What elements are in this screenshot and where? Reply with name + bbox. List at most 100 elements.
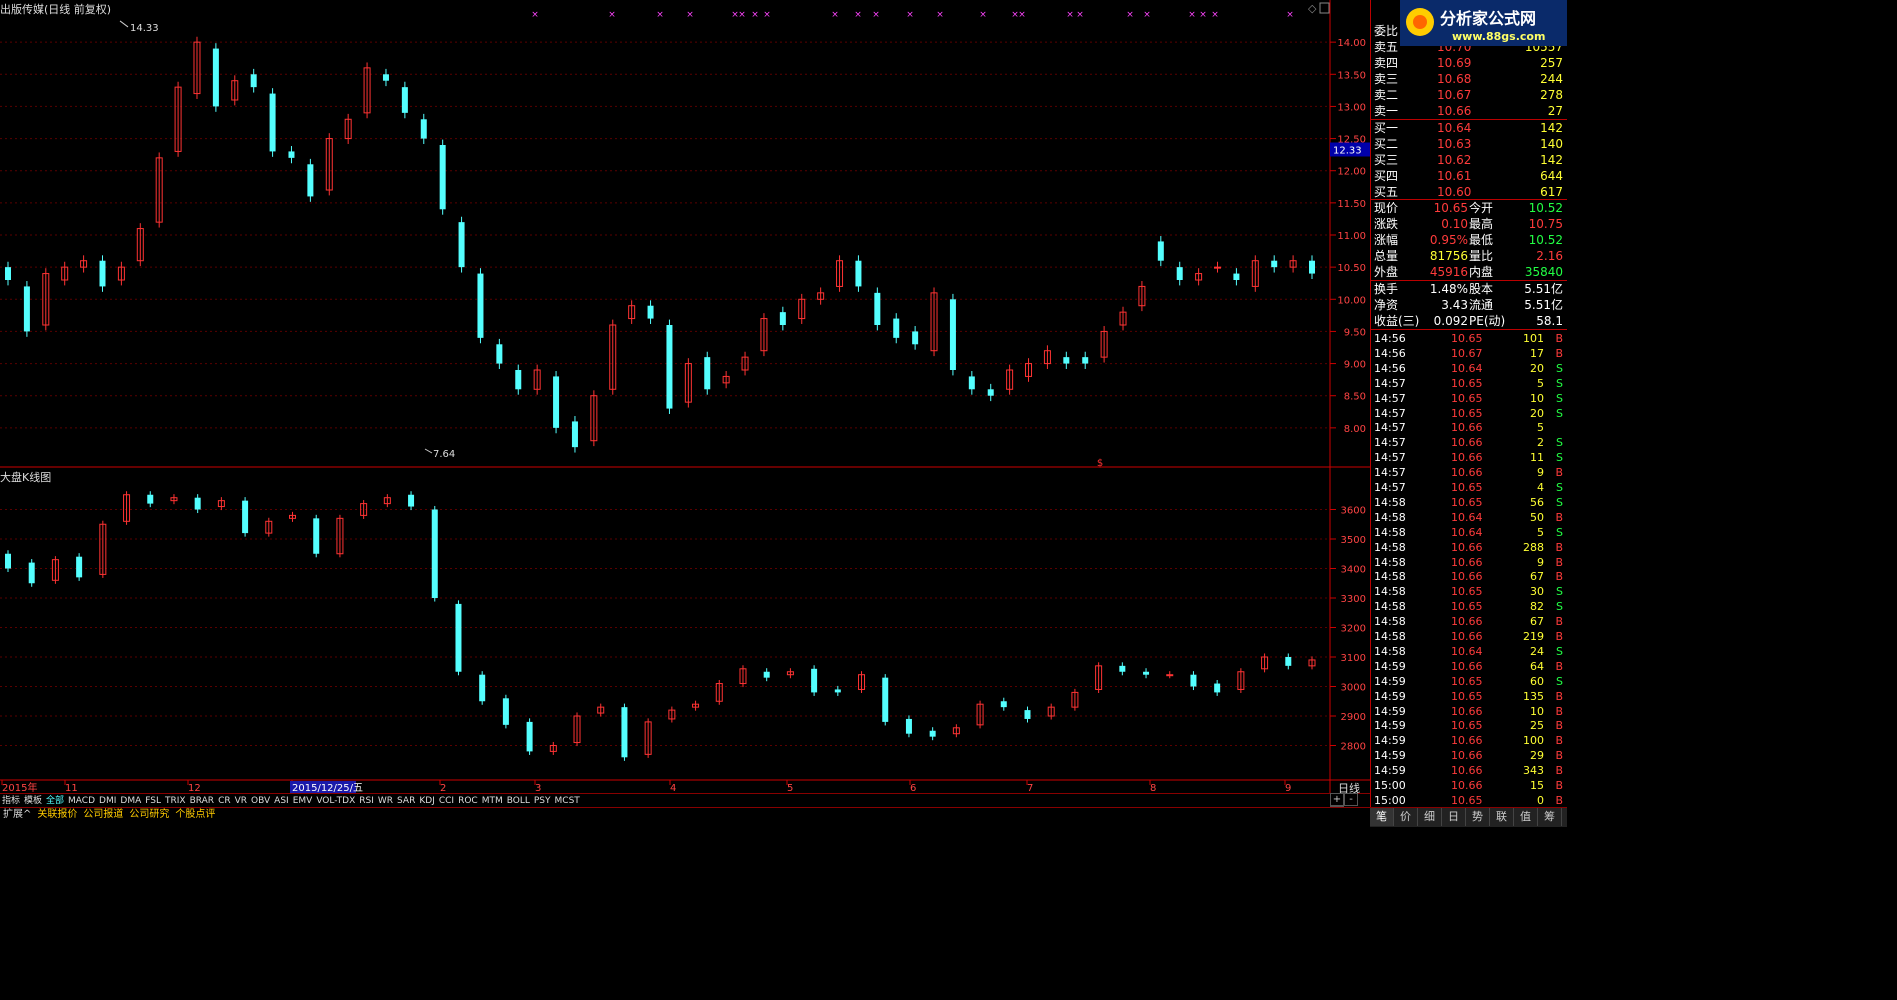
quote-value-2: 10.75 [1528,217,1563,231]
tick-row: 14:58 10.66 288 B [1371,540,1567,555]
index-candle [502,698,509,725]
chart-canvas[interactable]: 14.0013.5013.0012.5012.0011.5011.0010.50… [0,0,1370,793]
quote-row: 外盘 45916 内盘 35840 [1371,264,1567,280]
indicator-tab-fsl[interactable]: FSL [143,794,163,808]
low-annotation: 7.64 [433,449,455,460]
quote-panel: 委比 卖五 10.70 10557 卖四 10.69 257 卖三 10.68 244 卖二 10.6… [1370,0,1567,827]
fund-value: 1.48% [1429,282,1468,296]
tick-direction: B [1555,764,1563,778]
tick-time: 14:57 [1374,451,1406,465]
event-marker: × [531,10,539,20]
sell-price: 10.66 [1437,104,1472,118]
tick-time: 14:59 [1374,704,1406,718]
indicator-tab-wr[interactable]: WR [376,794,395,808]
stock-candle [779,312,786,325]
bottom-tab-3[interactable]: 公司研究 [126,808,172,822]
indicator-tab-kdj[interactable]: KDJ [417,794,437,808]
tick-row: 14:57 10.66 2 S [1371,435,1567,450]
tick-time: 15:00 [1374,793,1406,807]
bottom-tab-0[interactable]: 扩展^ [0,808,34,822]
date-tick-label: 5 [787,783,793,793]
panel-tab-0[interactable]: 笔 [1370,808,1394,826]
quote-row: 现价 10.65 今开 10.52 [1371,200,1567,216]
zoom-in-button[interactable]: + [1330,793,1344,806]
tick-row: 14:57 10.66 9 B [1371,465,1567,480]
tick-price: 10.66 [1451,630,1483,643]
tick-price: 10.66 [1451,421,1483,435]
indicator-tab-vr[interactable]: VR [233,794,249,808]
buy-label: 买二 [1374,137,1399,151]
tick-direction: B [1555,570,1563,584]
panel-tab-3[interactable]: 日 [1442,808,1466,826]
indicator-tab-dmi[interactable]: DMI [97,794,118,808]
tick-row: 15:00 10.66 15 B [1371,778,1567,793]
stock-candle [5,267,11,280]
tick-volume: 100 [1523,734,1544,748]
tick-row: 14:59 10.65 25 B [1371,718,1567,733]
indicator-tab-boll[interactable]: BOLL [505,794,532,808]
panel-tab-5[interactable]: 联 [1490,808,1514,826]
tick-volume: 64 [1530,659,1544,673]
zoom-out-button[interactable]: - [1344,793,1358,806]
buy-price: 10.63 [1437,137,1472,151]
indicator-tab-dma[interactable]: DMA [118,794,143,808]
panel-tab-4[interactable]: 势 [1466,808,1490,826]
event-marker: × [656,10,664,20]
tick-direction: S [1556,361,1563,375]
indicator-tab-mtm[interactable]: MTM [480,794,505,808]
bottom-tab-2[interactable]: 公司报道 [80,808,126,822]
stock-candle [874,292,881,325]
tick-price: 10.66 [1451,749,1483,763]
indicator-tab-mcst[interactable]: MCST [553,794,582,808]
date-tick-label: 8 [1150,783,1156,793]
panel-tab-7[interactable]: 筹 [1538,808,1562,826]
panel-tab-1[interactable]: 价 [1394,808,1418,826]
event-marker: × [936,10,944,20]
empty-area [1567,0,1897,827]
tick-direction: S [1556,406,1563,420]
tick-row: 14:58 10.65 82 S [1371,599,1567,614]
indicator-tab-psy[interactable]: PSY [532,794,553,808]
indicator-tab-rsi[interactable]: RSI [357,794,376,808]
panel-tab-6[interactable]: 值 [1514,808,1538,826]
tick-time: 14:56 [1374,346,1406,360]
indicator-tab-emv[interactable]: EMV [291,794,315,808]
indicator-tab-obv[interactable]: OBV [249,794,272,808]
bottom-tab-1[interactable]: 关联报价 [34,808,80,822]
indicator-tab-cr[interactable]: CR [216,794,233,808]
indicator-tab-模板[interactable]: 模板 [22,794,44,808]
sell-label: 卖五 [1374,40,1399,54]
indicator-tab-cci[interactable]: CCI [437,794,456,808]
panel-tab-2[interactable]: 细 [1418,808,1442,826]
tick-time: 14:57 [1374,481,1406,494]
low-annotation-line [424,448,433,454]
date-tick-label: 3 [535,783,541,793]
bottom-tab-bar: 扩展^ 关联报价 公司报道 公司研究 个股点评 [0,807,1370,822]
tick-time: 14:57 [1374,406,1406,420]
indicator-tab-asi[interactable]: ASI [272,794,291,808]
indicator-tab-roc[interactable]: ROC [456,794,480,808]
indicator-tab-sar[interactable]: SAR [395,794,417,808]
indicator-tab-vol-tdx[interactable]: VOL-TDX [314,794,357,808]
quote-label: 涨跌 [1374,217,1399,231]
quote-label-2: 最低 [1469,233,1494,247]
price-tick-label: 11.00 [1337,231,1366,242]
tick-direction: B [1555,466,1563,480]
buy-volume: 644 [1540,169,1563,183]
tick-direction: S [1556,585,1563,599]
indicator-tab-指标[interactable]: 指标 [0,794,22,808]
indicator-tab-trix[interactable]: TRIX [163,794,188,808]
indicator-tab-全部[interactable]: 全部 [44,794,66,808]
fundamentals-row: 换手 1.48% 股本 5.51亿 [1371,281,1567,297]
stock-candle [1271,260,1278,268]
stock-candle [666,325,673,409]
tick-row: 14:57 10.65 4 S [1371,480,1567,495]
tick-price: 10.64 [1451,525,1483,539]
indicator-tab-macd[interactable]: MACD [66,794,97,808]
index-candle [1214,683,1221,693]
index-candle [242,500,249,534]
bottom-tab-4[interactable]: 个股点评 [172,808,218,822]
event-marker: × [751,10,759,20]
quote-row: 涨跌 0.10 最高 10.75 [1371,216,1567,232]
indicator-tab-brar[interactable]: BRAR [188,794,216,808]
